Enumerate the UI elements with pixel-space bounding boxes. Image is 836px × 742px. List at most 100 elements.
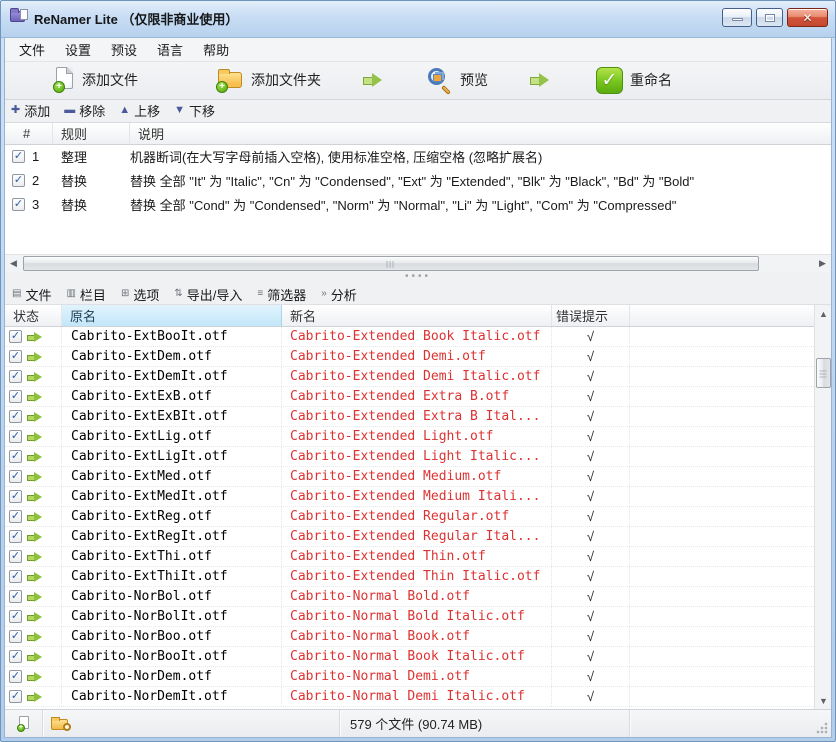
rules-header-rule[interactable]: 规则 [53, 123, 130, 144]
file-checkbox[interactable]: ✓ [9, 370, 22, 383]
rename-pending-arrow-icon [27, 592, 42, 602]
file-row[interactable]: ✓Cabrito-ExtDem.otfCabrito-Extended Demi… [5, 347, 814, 367]
panel-splitter[interactable]: •••• [5, 272, 831, 284]
file-checkbox[interactable]: ✓ [9, 610, 22, 623]
status-count-panel: 579 个文件 (90.74 MB) [340, 710, 630, 737]
tab-筛选器[interactable]: ≡筛选器 [257, 285, 306, 304]
file-checkbox[interactable]: ✓ [9, 630, 22, 643]
rule-move-down-button[interactable]: ▼ 下移 [174, 101, 215, 120]
file-checkbox[interactable]: ✓ [9, 470, 22, 483]
vertical-scrollbar-thumb[interactable] [816, 358, 831, 388]
file-row[interactable]: ✓Cabrito-NorDem.otfCabrito-Normal Demi.o… [5, 667, 814, 687]
file-row[interactable]: ✓Cabrito-NorBolIt.otfCabrito-Normal Bold… [5, 607, 814, 627]
file-checkbox[interactable]: ✓ [9, 330, 22, 343]
file-row[interactable]: ✓Cabrito-ExtExB.otfCabrito-Extended Extr… [5, 387, 814, 407]
file-row[interactable]: ✓Cabrito-ExtLigIt.otfCabrito-Extended Li… [5, 447, 814, 467]
file-checkbox[interactable]: ✓ [9, 590, 22, 603]
tab-文件[interactable]: ▤文件 [12, 285, 51, 304]
rule-move-up-button[interactable]: ▲ 上移 [119, 101, 160, 120]
file-checkbox[interactable]: ✓ [9, 450, 22, 463]
rules-header-number[interactable]: # [5, 123, 53, 144]
tab-选项[interactable]: ⊞选项 [121, 285, 159, 304]
preview-button[interactable]: 预览 [419, 63, 496, 97]
horizontal-scrollbar-thumb[interactable] [23, 256, 759, 271]
tab-导出/导入[interactable]: ⇅导出/导入 [174, 285, 242, 304]
new-file-name: Cabrito-Extended Thin.otf [290, 549, 486, 564]
files-header-new-name[interactable]: 新名 [282, 305, 552, 326]
error-status-mark: √ [552, 527, 630, 546]
file-row[interactable]: ✓Cabrito-ExtExBIt.otfCabrito-Extended Ex… [5, 407, 814, 427]
files-table-header: 状态 原名 新名 错误提示 [5, 305, 814, 327]
files-header-old-name[interactable]: 原名 [62, 305, 282, 326]
scroll-left-arrow-icon[interactable]: ◀ [5, 255, 22, 272]
menu-item-2[interactable]: 设置 [55, 38, 101, 62]
file-checkbox[interactable]: ✓ [9, 650, 22, 663]
maximize-button[interactable] [756, 8, 783, 27]
error-status-mark: √ [552, 547, 630, 566]
file-checkbox[interactable]: ✓ [9, 430, 22, 443]
arrow-up-icon: ▲ [119, 105, 130, 116]
files-vertical-scrollbar[interactable]: ▲ ▼ [814, 305, 831, 709]
add-files-button[interactable]: + 添加文件 [45, 63, 146, 97]
tab-栏目[interactable]: ▥栏目 [66, 285, 105, 304]
menu-item-5[interactable]: 帮助 [193, 38, 239, 62]
rule-checkbox[interactable]: ✓ [12, 150, 25, 163]
scroll-down-arrow-icon[interactable]: ▼ [815, 692, 832, 709]
file-row[interactable]: ✓Cabrito-NorBooIt.otfCabrito-Normal Book… [5, 647, 814, 667]
columns-icon: ▥ [66, 289, 75, 299]
file-checkbox[interactable]: ✓ [9, 410, 22, 423]
old-file-name: Cabrito-NorDemIt.otf [71, 689, 228, 704]
old-file-name: Cabrito-ExtReg.otf [71, 509, 212, 524]
file-row[interactable]: ✓Cabrito-ExtDemIt.otfCabrito-Extended De… [5, 367, 814, 387]
file-checkbox[interactable]: ✓ [9, 510, 22, 523]
resize-grip-icon[interactable] [816, 722, 828, 734]
files-header-status[interactable]: 状态 [5, 305, 62, 326]
file-row[interactable]: ✓Cabrito-ExtBooIt.otfCabrito-Extended Bo… [5, 327, 814, 347]
file-checkbox[interactable]: ✓ [9, 670, 22, 683]
files-header-error[interactable]: 错误提示 [552, 305, 630, 326]
minimize-button[interactable] [722, 8, 752, 27]
file-row[interactable]: ✓Cabrito-ExtLig.otfCabrito-Extended Ligh… [5, 427, 814, 447]
rule-add-button[interactable]: ✚ 添加 [11, 101, 50, 120]
file-row[interactable]: ✓Cabrito-ExtMedIt.otfCabrito-Extended Me… [5, 487, 814, 507]
rule-description: 替换 全部 "Cond" 为 "Condensed", "Norm" 为 "No… [130, 195, 831, 214]
file-row[interactable]: ✓Cabrito-NorBol.otfCabrito-Normal Bold.o… [5, 587, 814, 607]
old-file-name: Cabrito-NorDem.otf [71, 669, 212, 684]
file-checkbox[interactable]: ✓ [9, 690, 22, 703]
file-checkbox[interactable]: ✓ [9, 390, 22, 403]
file-checkbox[interactable]: ✓ [9, 350, 22, 363]
rule-remove-button[interactable]: ▬ 移除 [64, 101, 105, 120]
file-checkbox[interactable]: ✓ [9, 490, 22, 503]
rule-row[interactable]: ✓2替换替换 全部 "It" 为 "Italic", "Cn" 为 "Conde… [5, 169, 831, 193]
menu-item-3[interactable]: 预设 [101, 38, 147, 62]
status-browse-panel[interactable] [43, 710, 340, 737]
file-row[interactable]: ✓Cabrito-NorBoo.otfCabrito-Normal Book.o… [5, 627, 814, 647]
files-table-body: ✓Cabrito-ExtBooIt.otfCabrito-Extended Bo… [5, 327, 814, 707]
rule-checkbox[interactable]: ✓ [12, 174, 25, 187]
scroll-right-arrow-icon[interactable]: ▶ [814, 255, 831, 272]
file-row[interactable]: ✓Cabrito-ExtThi.otfCabrito-Extended Thin… [5, 547, 814, 567]
menu-item-1[interactable]: 文件 [9, 38, 55, 62]
rule-row[interactable]: ✓1整理机器断词(在大写字母前插入空格), 使用标准空格, 压缩空格 (忽略扩展… [5, 145, 831, 169]
rule-checkbox[interactable]: ✓ [12, 198, 25, 211]
close-button[interactable]: ✕ [787, 8, 828, 27]
flow-arrow-icon [363, 73, 383, 87]
add-folders-button[interactable]: + 添加文件夹 [208, 63, 329, 97]
file-row[interactable]: ✓Cabrito-ExtReg.otfCabrito-Extended Regu… [5, 507, 814, 527]
status-add-files-panel[interactable]: + [5, 710, 43, 737]
new-file-name: Cabrito-Extended Regular Ital... [290, 529, 540, 544]
rules-horizontal-scrollbar[interactable]: ◀ ▶ [5, 254, 831, 272]
rules-header-description[interactable]: 说明 [130, 123, 831, 144]
file-row[interactable]: ✓Cabrito-ExtThiIt.otfCabrito-Extended Th… [5, 567, 814, 587]
rule-row[interactable]: ✓3替换替换 全部 "Cond" 为 "Condensed", "Norm" 为… [5, 193, 831, 217]
file-checkbox[interactable]: ✓ [9, 570, 22, 583]
scroll-up-arrow-icon[interactable]: ▲ [815, 305, 832, 322]
file-row[interactable]: ✓Cabrito-ExtMed.otfCabrito-Extended Medi… [5, 467, 814, 487]
file-row[interactable]: ✓Cabrito-NorDemIt.otfCabrito-Normal Demi… [5, 687, 814, 707]
file-row[interactable]: ✓Cabrito-ExtRegIt.otfCabrito-Extended Re… [5, 527, 814, 547]
menu-item-4[interactable]: 语言 [147, 38, 193, 62]
file-checkbox[interactable]: ✓ [9, 530, 22, 543]
file-checkbox[interactable]: ✓ [9, 550, 22, 563]
rename-button[interactable]: ✓ 重命名 [588, 63, 680, 98]
tab-分析[interactable]: »分析 [321, 285, 357, 304]
